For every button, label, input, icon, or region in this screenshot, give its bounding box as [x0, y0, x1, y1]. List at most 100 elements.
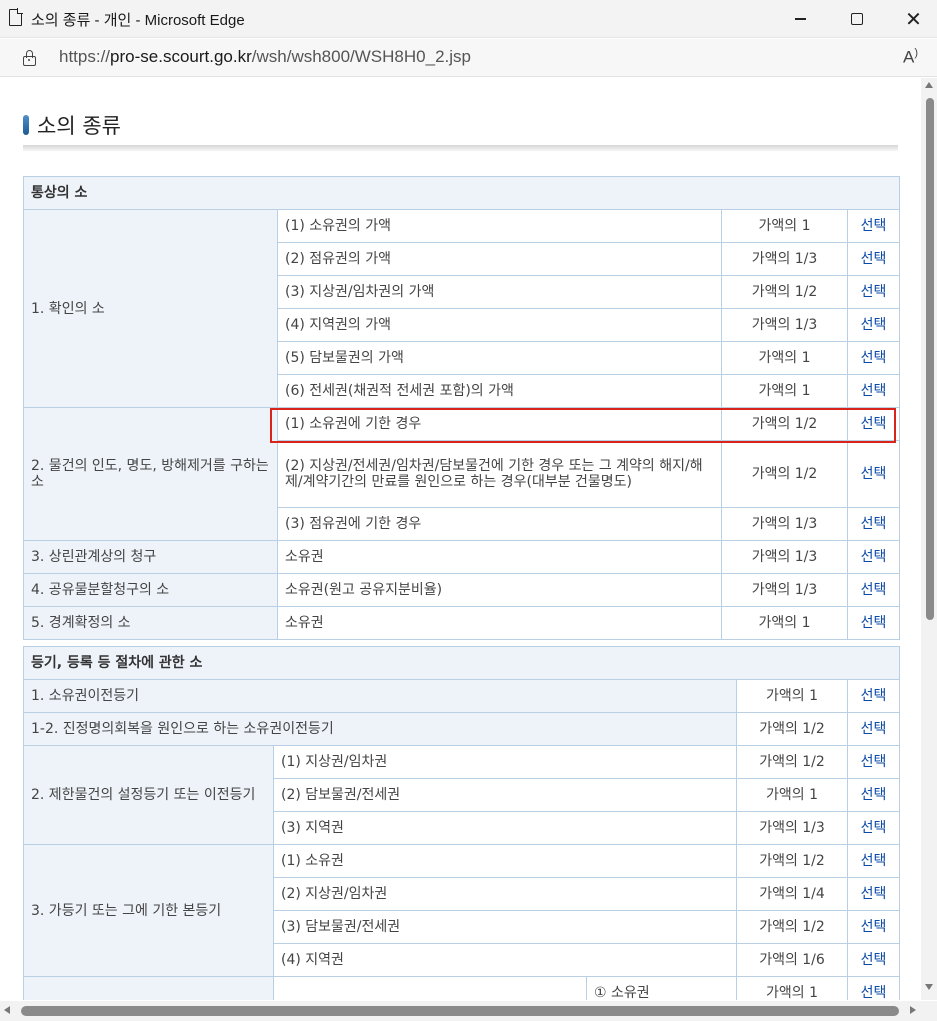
description-cell: (4) 지역권의 가액 [277, 308, 722, 342]
category-cell: 1. 소유권이전등기 [23, 679, 737, 713]
heading-marker [23, 115, 29, 135]
select-link[interactable]: 선택 [846, 407, 901, 441]
select-link[interactable]: 선택 [846, 308, 901, 342]
select-link[interactable]: 선택 [846, 341, 901, 375]
title-bar: 소의 종류 - 개인 - Microsoft Edge ✕ [0, 0, 937, 38]
description-cell: (2) 점유권의 가액 [277, 242, 722, 276]
category-cell: 5. 경계확정의 소 [23, 606, 278, 640]
window-title: 소의 종류 - 개인 - Microsoft Edge [31, 12, 245, 29]
select-link[interactable]: 선택 [846, 811, 901, 845]
amount-cell: 가액의 1 [736, 679, 848, 713]
amount-cell: 가액의 1 [721, 606, 848, 640]
table-row: 3. 가등기 또는 그에 기한 본등기 (1) 소유권 가액의 1/2 선택 [23, 844, 901, 977]
url-path: /wsh/wsh800/WSH8H0_2.jsp [251, 47, 471, 66]
select-link[interactable]: 선택 [846, 778, 901, 812]
amount-cell: 가액의 1/3 [736, 811, 848, 845]
lawsuit-type-table-ordinary: 통상의 소 1. 확인의 소 (1) 소유권의 가액 가액의 1 선택 (2) … [22, 176, 901, 640]
description-cell: (4) 지역권 [273, 943, 737, 977]
amount-cell: 가액의 1/4 [736, 877, 848, 911]
table-row: 4. 공유물분할청구의 소 소유권(원고 공유지분비율) 가액의 1/3 선택 [23, 573, 901, 607]
amount-cell: 가액의 1/2 [736, 745, 848, 779]
url-text[interactable]: https://pro-se.scourt.go.kr/wsh/wsh800/W… [59, 47, 471, 67]
description-cell: (3) 담보물권/전세권 [273, 910, 737, 944]
amount-cell: 가액의 1/2 [736, 910, 848, 944]
amount-cell: 가액의 1/3 [721, 308, 848, 342]
table-row: 2. 제한물건의 설정등기 또는 이전등기 (1) 지상권/임차권 가액의 1/… [23, 745, 901, 845]
category-cell [23, 976, 274, 1000]
description-cell [273, 976, 587, 1000]
select-link[interactable]: 선택 [846, 242, 901, 276]
select-link[interactable]: 선택 [846, 606, 901, 640]
scroll-left-icon[interactable] [4, 1006, 10, 1014]
horizontal-scroll-thumb[interactable] [21, 1006, 899, 1016]
table-row: 1. 확인의 소 (1) 소유권의 가액 가액의 1 선택 [23, 209, 901, 408]
amount-cell: 가액의 1 [736, 976, 848, 1000]
read-aloud-icon[interactable]: A) [903, 47, 918, 68]
select-link[interactable]: 선택 [846, 275, 901, 309]
address-bar[interactable]: https://pro-se.scourt.go.kr/wsh/wsh800/W… [0, 39, 937, 77]
page-title: 소의 종류 [37, 114, 121, 138]
select-link[interactable]: 선택 [846, 745, 901, 779]
vertical-scroll-thumb[interactable] [926, 98, 934, 620]
select-link[interactable]: 선택 [846, 877, 901, 911]
description-cell: (1) 소유권에 기한 경우 [277, 407, 722, 441]
table-row-highlighted: 2. 물건의 인도, 명도, 방해제거를 구하는 소 (1) 소유권에 기한 경… [23, 407, 901, 541]
minimize-button[interactable] [772, 0, 829, 38]
amount-cell: 가액의 1/6 [736, 943, 848, 977]
select-link[interactable]: 선택 [846, 209, 901, 243]
select-link[interactable]: 선택 [846, 679, 901, 713]
vertical-scrollbar[interactable] [921, 78, 937, 1000]
description-cell: (2) 지상권/임차권 [273, 877, 737, 911]
lawsuit-type-table-registration: 등기, 등록 등 절차에 관한 소 1. 소유권이전등기 가액의 1 선택 1-… [22, 646, 901, 1000]
description-cell: 소유권 [277, 540, 722, 574]
scrollbar-corner [921, 1001, 937, 1021]
read-aloud-glyph: A [903, 47, 915, 67]
horizontal-scrollbar[interactable] [0, 1001, 921, 1021]
select-link[interactable]: 선택 [846, 540, 901, 574]
minimize-icon [795, 18, 806, 20]
select-link[interactable]: 선택 [846, 374, 901, 408]
page-heading: 소의 종류 [23, 112, 121, 138]
section-title: 통상의 소 [22, 176, 901, 210]
url-scheme: https:// [59, 47, 111, 66]
amount-cell: 가액의 1/3 [721, 540, 848, 574]
amount-cell: 가액의 1/3 [721, 242, 848, 276]
select-link[interactable]: 선택 [846, 976, 901, 1000]
close-button[interactable]: ✕ [885, 0, 937, 38]
description-cell: (3) 점유권에 기한 경우 [277, 507, 722, 541]
select-link[interactable]: 선택 [846, 844, 901, 878]
url-host: pro-se.scourt.go.kr [110, 47, 252, 66]
category-cell: 3. 상린관계상의 청구 [23, 540, 278, 574]
amount-cell: 가액의 1 [736, 778, 848, 812]
description-cell: (1) 소유권 [273, 844, 737, 878]
select-link[interactable]: 선택 [846, 440, 901, 508]
section-title: 등기, 등록 등 절차에 관한 소 [22, 646, 901, 680]
select-link[interactable]: 선택 [846, 573, 901, 607]
description-cell: (2) 지상권/전세권/임차권/담보물건에 기한 경우 또는 그 계약의 해지/… [277, 440, 722, 508]
scroll-right-icon[interactable] [910, 1006, 916, 1014]
scroll-down-icon[interactable] [925, 984, 933, 990]
page-content: 소의 종류 통상의 소 1. 확인의 소 (1) 소유권의 가액 가액의 1 선… [0, 78, 920, 1000]
heading-divider [23, 145, 898, 151]
table-row: ① 소유권 가액의 1 선택 [23, 976, 901, 1000]
table-row: 3. 상린관계상의 청구 소유권 가액의 1/3 선택 [23, 540, 901, 574]
select-link[interactable]: 선택 [846, 507, 901, 541]
select-link[interactable]: 선택 [846, 712, 901, 746]
category-cell: 4. 공유물분할청구의 소 [23, 573, 278, 607]
description-cell: 소유권 [277, 606, 722, 640]
lock-icon[interactable] [23, 50, 37, 66]
description-cell: (6) 전세권(채권적 전세권 포함)의 가액 [277, 374, 722, 408]
select-link[interactable]: 선택 [846, 943, 901, 977]
table-row: 1-2. 진정명의회복을 원인으로 하는 소유권이전등기 가액의 1/2 선택 [23, 712, 901, 746]
amount-cell: 가액의 1/2 [721, 275, 848, 309]
amount-cell: 가액의 1 [721, 209, 848, 243]
description-cell: (1) 지상권/임차권 [273, 745, 737, 779]
table-row: 1. 소유권이전등기 가액의 1 선택 [23, 679, 901, 713]
amount-cell: 가액의 1 [721, 341, 848, 375]
select-link[interactable]: 선택 [846, 910, 901, 944]
category-cell: 2. 물건의 인도, 명도, 방해제거를 구하는 소 [23, 407, 278, 541]
scroll-up-icon[interactable] [925, 82, 933, 88]
description-cell: (3) 지역권 [273, 811, 737, 845]
amount-cell: 가액의 1/2 [721, 440, 848, 508]
maximize-button[interactable] [828, 0, 885, 38]
